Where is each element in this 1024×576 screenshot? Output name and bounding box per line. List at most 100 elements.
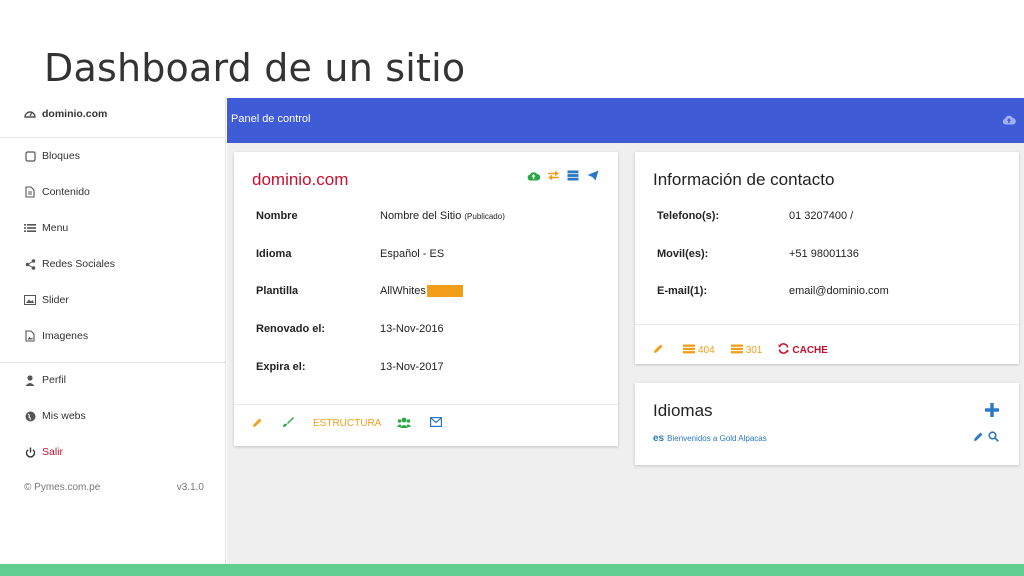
redirects-404-label: 404 [698, 344, 715, 356]
sidebar-item-imagenes[interactable]: Imagenes [24, 326, 88, 346]
search-language-button[interactable] [988, 431, 999, 445]
sidebar-item-contenido[interactable]: Contenido [24, 182, 90, 202]
site-actions [526, 168, 600, 182]
language-actions [973, 431, 999, 445]
pencil-icon [974, 432, 983, 441]
redirects-301-button[interactable]: 301 [730, 344, 763, 357]
search-icon [988, 431, 999, 442]
row-label: Telefono(s): [657, 210, 720, 222]
row-label: Renovado el: [256, 323, 326, 335]
language-code: es [653, 433, 665, 444]
bottom-accent-bar [0, 564, 1024, 576]
page-title: Panel de control [231, 113, 311, 125]
list-icon [730, 344, 743, 357]
design-button[interactable] [282, 416, 297, 431]
list-icon [683, 344, 695, 357]
edit-button[interactable] [252, 417, 266, 431]
row-value: Español - ES [380, 248, 445, 260]
sidebar-item-label: Bloques [42, 150, 80, 162]
row-value: 01 3207400 / [789, 210, 854, 222]
sidebar-brand-label: dominio.com [42, 108, 108, 120]
version-text: v3.1.0 [176, 482, 204, 493]
copyright-text: © Pymes.com.pe [24, 482, 101, 493]
sidebar: dominio.com Bloques Contenido Menu Redes… [0, 96, 226, 564]
languages-card-title: Idiomas [653, 401, 713, 420]
site-title: dominio.com [252, 170, 349, 189]
square-icon [24, 150, 36, 162]
add-language-button[interactable] [985, 401, 999, 421]
sidebar-item-label: Menu [42, 222, 69, 234]
site-name-value: Nombre del Sitio [380, 210, 462, 222]
file-image-icon [24, 330, 36, 342]
row-value: Nombre del Sitio (Publicado) [380, 210, 505, 222]
row-value: 13-Nov-2016 [380, 323, 444, 335]
row-label: Expira el: [256, 361, 306, 373]
refresh-icon [778, 343, 789, 357]
server-icon[interactable] [566, 168, 580, 182]
edit-language-button[interactable] [973, 431, 984, 445]
cache-button[interactable]: CACHE [778, 343, 828, 357]
site-card-footer: ESTRUCTURA [252, 416, 461, 431]
sidebar-divider [0, 137, 226, 138]
sidebar-item-label: Slider [42, 294, 69, 306]
users-button[interactable] [397, 417, 414, 431]
row-label: Nombre [256, 210, 298, 222]
power-icon [24, 446, 36, 458]
card-divider [234, 404, 618, 405]
sidebar-item-bloques[interactable]: Bloques [24, 146, 80, 166]
publish-status: (Publicado) [464, 212, 505, 221]
sidebar-item-menu[interactable]: Menu [24, 218, 68, 238]
row-label: E-mail(1): [657, 285, 708, 297]
language-item: es Bienvenidos a Gold Alpacas [653, 433, 767, 444]
edit-button[interactable] [653, 343, 667, 357]
mail-button[interactable] [430, 417, 445, 430]
site-card: dominio.com Nombre Nombre del Sitio (Pub… [234, 152, 618, 446]
redirects-301-label: 301 [745, 344, 763, 356]
cache-label: CACHE [792, 344, 828, 356]
sidebar-item-label: Mis webs [42, 410, 86, 422]
exchange-icon[interactable] [546, 168, 560, 182]
languages-card: Idiomas es Bienvenidos a Gold Alpacas [635, 383, 1019, 465]
share-icon [24, 258, 36, 270]
sidebar-item-mis-webs[interactable]: Mis webs [24, 406, 86, 426]
document-icon [24, 186, 36, 198]
top-bar: Panel de control [227, 98, 1024, 143]
contact-card-footer: 404 301 CACHE [653, 343, 844, 357]
template-color-swatch [426, 285, 463, 298]
sidebar-footer: © Pymes.com.pe v3.1.0 [24, 482, 204, 493]
contact-card-title: Información de contacto [653, 170, 835, 189]
image-icon [24, 294, 36, 306]
card-divider [635, 324, 1019, 325]
sidebar-item-label: Redes Sociales [42, 258, 115, 270]
envelope-icon [430, 417, 443, 430]
row-value: email@dominio.com [789, 285, 889, 297]
structure-button[interactable]: ESTRUCTURA [313, 418, 381, 429]
pencil-icon [653, 343, 664, 357]
cloud-upload-icon[interactable] [1002, 112, 1016, 125]
users-icon [397, 417, 412, 431]
redirects-404-button[interactable]: 404 [683, 344, 715, 357]
row-label: Idioma [256, 248, 292, 260]
contact-card: Información de contacto Telefono(s): 01 … [635, 152, 1019, 364]
template-name: AllWhites [380, 285, 426, 297]
sidebar-item-label: Contenido [42, 186, 90, 198]
list-icon [24, 222, 36, 234]
sidebar-item-slider[interactable]: Slider [24, 290, 69, 310]
globe-icon [24, 410, 36, 422]
row-label: Movil(es): [657, 248, 709, 260]
sidebar-item-label: Salir [42, 446, 64, 458]
row-value: 13-Nov-2017 [380, 361, 444, 373]
sidebar-item-perfil[interactable]: Perfil [24, 370, 66, 390]
send-icon[interactable] [586, 168, 600, 182]
paint-brush-icon [282, 416, 294, 431]
row-value: +51 98001136 [789, 248, 859, 260]
slide-title: Dashboard de un sitio [44, 46, 466, 90]
dashboard-icon [24, 108, 36, 120]
sidebar-item-label: Perfil [42, 374, 66, 386]
cloud-upload-icon[interactable] [526, 168, 540, 182]
main-content: Panel de control dominio.com Nombre Nomb… [227, 98, 1024, 564]
sidebar-brand[interactable]: dominio.com [24, 104, 107, 124]
row-label: Plantilla [256, 285, 299, 297]
sidebar-item-redes-sociales[interactable]: Redes Sociales [24, 254, 115, 274]
sidebar-item-salir[interactable]: Salir [24, 442, 63, 462]
